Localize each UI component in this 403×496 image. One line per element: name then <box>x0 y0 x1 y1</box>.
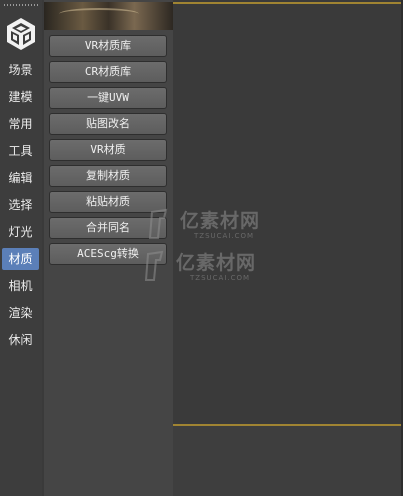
vr-material-library-button[interactable]: VR材质库 <box>49 35 167 57</box>
cube-logo-icon <box>4 16 38 52</box>
merge-same-name-button[interactable]: 合并同名 <box>49 217 167 239</box>
category-lights[interactable]: 灯光 <box>2 221 39 243</box>
category-sidebar: 场景 建模 常用 工具 编辑 选择 灯光 材质 相机 渲染 休闲 <box>0 0 42 496</box>
cr-material-library-button[interactable]: CR材质库 <box>49 61 167 83</box>
category-modeling[interactable]: 建模 <box>2 86 39 108</box>
panel-banner-image <box>44 2 173 30</box>
materials-tool-panel: VR材质库 CR材质库 一键UVW 贴图改名 VR材质 复制材质 粘贴材质 合并… <box>44 0 173 496</box>
main-viewport <box>173 0 403 496</box>
category-materials[interactable]: 材质 <box>2 248 39 270</box>
category-camera[interactable]: 相机 <box>2 275 39 297</box>
category-select[interactable]: 选择 <box>2 194 39 216</box>
drag-grip[interactable] <box>4 4 38 6</box>
category-scene[interactable]: 场景 <box>2 59 39 81</box>
category-common[interactable]: 常用 <box>2 113 39 135</box>
category-render[interactable]: 渲染 <box>2 302 39 324</box>
acescg-convert-button[interactable]: ACEScg转换 <box>49 243 167 265</box>
category-leisure[interactable]: 休闲 <box>2 329 39 351</box>
paste-material-button[interactable]: 粘贴材质 <box>49 191 167 213</box>
category-tools[interactable]: 工具 <box>2 140 39 162</box>
viewport-bottom-area <box>173 426 403 496</box>
one-click-uvw-button[interactable]: 一键UVW <box>49 87 167 109</box>
rename-maps-button[interactable]: 贴图改名 <box>49 113 167 135</box>
viewport-top-border <box>173 2 403 4</box>
vr-material-button[interactable]: VR材质 <box>49 139 167 161</box>
category-edit[interactable]: 编辑 <box>2 167 39 189</box>
copy-material-button[interactable]: 复制材质 <box>49 165 167 187</box>
